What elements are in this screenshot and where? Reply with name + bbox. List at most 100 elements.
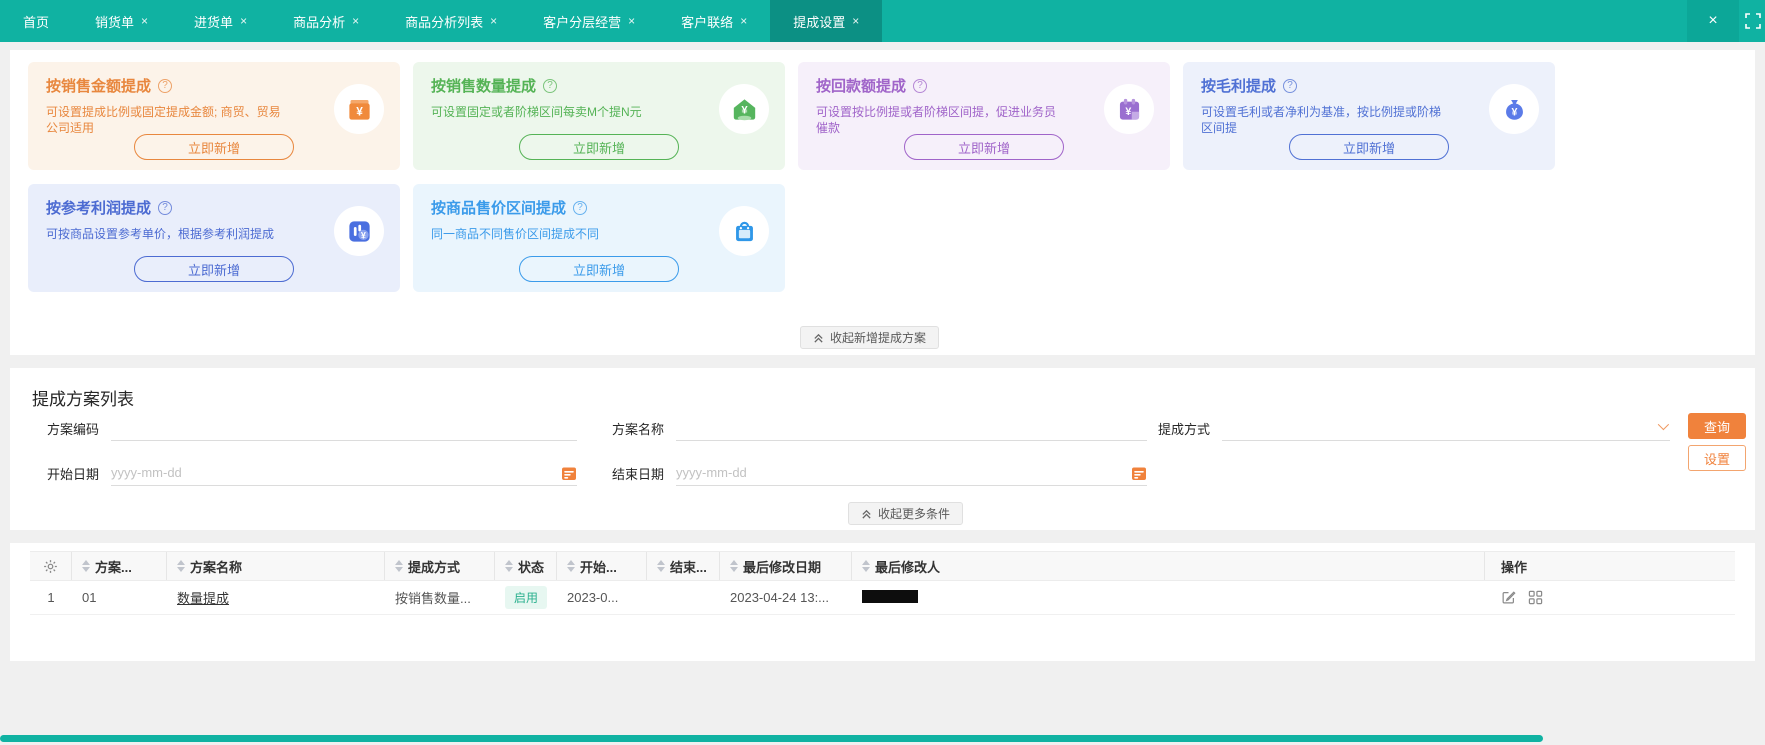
row-index: 1 [47, 590, 55, 605]
card-title: 按参考利润提成? [46, 197, 382, 218]
add-now-button[interactable]: 立即新增 [1289, 134, 1449, 160]
shopping-bag-icon [719, 206, 769, 256]
tab-product-analysis-list[interactable]: 商品分析列表 × [382, 0, 520, 42]
sort-icon[interactable] [177, 560, 185, 572]
fullscreen-icon[interactable] [1739, 0, 1765, 42]
tab-close-icon[interactable]: × [352, 15, 359, 27]
help-icon[interactable]: ? [573, 200, 588, 215]
settings-button[interactable]: 设置 [1688, 445, 1746, 471]
moneybag-icon: ¥ [1489, 84, 1539, 134]
tab-close-icon[interactable]: × [628, 15, 635, 27]
sort-icon[interactable] [567, 560, 575, 572]
status-badge: 启用 [505, 586, 548, 609]
chevron-down-icon[interactable] [1657, 418, 1670, 430]
header-commission-type[interactable]: 提成方式 [385, 552, 495, 580]
tab-close-icon[interactable]: × [240, 15, 247, 27]
header-scheme-name[interactable]: 方案名称 [167, 552, 385, 580]
column-settings-header[interactable] [30, 552, 72, 580]
add-now-button[interactable]: 立即新增 [134, 256, 294, 282]
close-all-tabs-icon[interactable]: × [1687, 0, 1739, 42]
header-actions: 操作 [1485, 552, 1735, 580]
card-title-text: 按销售金额提成 [46, 78, 152, 95]
card-title: 按回款额提成? [816, 75, 1152, 96]
scheme-code-field: 方案编码 [47, 415, 577, 441]
help-icon[interactable]: ? [158, 200, 173, 215]
commission-scheme-list-panel: 提成方案列表 方案编码 方案名称 提成方式 开始日期 结束日期 查询 设置 收起… [10, 368, 1755, 530]
tab-customer-contact[interactable]: 客户联络 × [658, 0, 770, 42]
sort-icon[interactable] [657, 560, 665, 572]
sort-icon[interactable] [505, 560, 513, 572]
card-title: 按毛利提成? [1201, 75, 1537, 96]
row-actions [1485, 590, 1735, 605]
card-reference-profit-commission: 按参考利润提成? 可按商品设置参考单价，根据参考利润提成 立即新增 ¥ [28, 184, 400, 292]
more-grid-icon[interactable] [1528, 590, 1543, 605]
sort-icon[interactable] [730, 560, 738, 572]
help-icon[interactable]: ? [913, 78, 928, 93]
header-modified-date[interactable]: 最后修改日期 [720, 552, 852, 580]
collapse-more-filters-button[interactable]: 收起更多条件 [848, 502, 964, 525]
tab-close-icon[interactable]: × [141, 15, 148, 27]
scheme-code-input[interactable] [111, 420, 577, 435]
commission-type-label: 提成方式 [1158, 421, 1211, 437]
horizontal-scrollbar[interactable] [0, 735, 1543, 742]
card-title: 按销售金额提成? [46, 75, 382, 96]
sort-icon[interactable] [862, 560, 870, 572]
tab-home[interactable]: 首页 [0, 0, 72, 42]
sort-icon[interactable] [82, 560, 90, 572]
start-date-input[interactable] [111, 465, 561, 480]
commission-scheme-cards-panel: 按销售金额提成? 可设置提成比例或固定提成金额; 商贸、贸易公司适用 立即新增 … [10, 50, 1755, 355]
add-now-button[interactable]: 立即新增 [134, 134, 294, 160]
header-scheme-code[interactable]: 方案... [72, 552, 167, 580]
tab-close-icon[interactable]: × [740, 15, 747, 27]
help-icon[interactable]: ? [158, 78, 173, 93]
gear-icon[interactable] [43, 559, 58, 574]
header-label: 提成方式 [408, 559, 461, 575]
commission-type-field: 提成方式 [1158, 415, 1670, 441]
add-now-button[interactable]: 立即新增 [904, 134, 1064, 160]
collapse-label: 收起新增提成方案 [830, 331, 927, 345]
search-button[interactable]: 查询 [1688, 413, 1746, 439]
section-title: 提成方案列表 [32, 390, 134, 409]
tab-product-analysis[interactable]: 商品分析 × [270, 0, 382, 42]
tab-label: 进货单 [194, 14, 234, 30]
scheme-table-panel: 方案... 方案名称 提成方式 状态 开始... 结束... 最后修改日期 最后… [10, 543, 1755, 661]
card-price-range-commission: 按商品售价区间提成? 同一商品不同售价区间提成不同 立即新增 [413, 184, 785, 292]
tab-label: 客户分层经营 [543, 14, 622, 30]
header-modified-by[interactable]: 最后修改人 [852, 552, 1485, 580]
tab-label: 客户联络 [681, 14, 734, 30]
end-date-input[interactable] [676, 465, 1131, 480]
header-start-date[interactable]: 开始... [557, 552, 647, 580]
scheme-name-input[interactable] [676, 420, 1147, 435]
add-now-button[interactable]: 立即新增 [519, 134, 679, 160]
card-title-text: 按参考利润提成 [46, 200, 152, 217]
sort-icon[interactable] [395, 560, 403, 572]
card-description: 同一商品不同售价区间提成不同 [431, 227, 600, 241]
double-chevron-up-icon [814, 333, 823, 343]
scheme-name-link[interactable]: 数量提成 [177, 591, 229, 606]
help-icon[interactable]: ? [1283, 78, 1298, 93]
header-end-date[interactable]: 结束... [647, 552, 720, 580]
card-description: 可设置毛利或者净利为基准，按比例提或阶梯区间提 [1201, 105, 1442, 135]
tab-commission-settings[interactable]: 提成设置 × [770, 0, 883, 42]
tab-close-icon[interactable]: × [852, 15, 859, 27]
card-title-text: 按销售数量提成 [431, 78, 537, 95]
tab-sales-order[interactable]: 销货单 × [72, 0, 171, 42]
start-date-cell: 2023-0... [567, 590, 619, 605]
commission-type-select[interactable] [1222, 420, 1658, 435]
help-icon[interactable]: ? [543, 78, 558, 93]
tab-purchase-order[interactable]: 进货单 × [171, 0, 270, 42]
header-status[interactable]: 状态 [495, 552, 557, 580]
add-now-button[interactable]: 立即新增 [519, 256, 679, 282]
tab-customer-tiering[interactable]: 客户分层经营 × [520, 0, 658, 42]
header-label: 最后修改人 [875, 559, 941, 575]
svg-text:¥: ¥ [1511, 106, 1517, 118]
calendar-icon[interactable] [561, 465, 577, 481]
scheme-code-cell: 01 [82, 590, 97, 605]
end-date-label: 结束日期 [612, 466, 665, 482]
home-yen-icon: ¥ [719, 84, 769, 134]
collapse-new-schemes-button[interactable]: 收起新增提成方案 [800, 326, 940, 349]
card-description: 可设置固定或者阶梯区间每卖M个提N元 [431, 105, 642, 119]
edit-icon[interactable] [1501, 590, 1516, 605]
calendar-icon[interactable] [1131, 465, 1147, 481]
tab-close-icon[interactable]: × [490, 15, 497, 27]
